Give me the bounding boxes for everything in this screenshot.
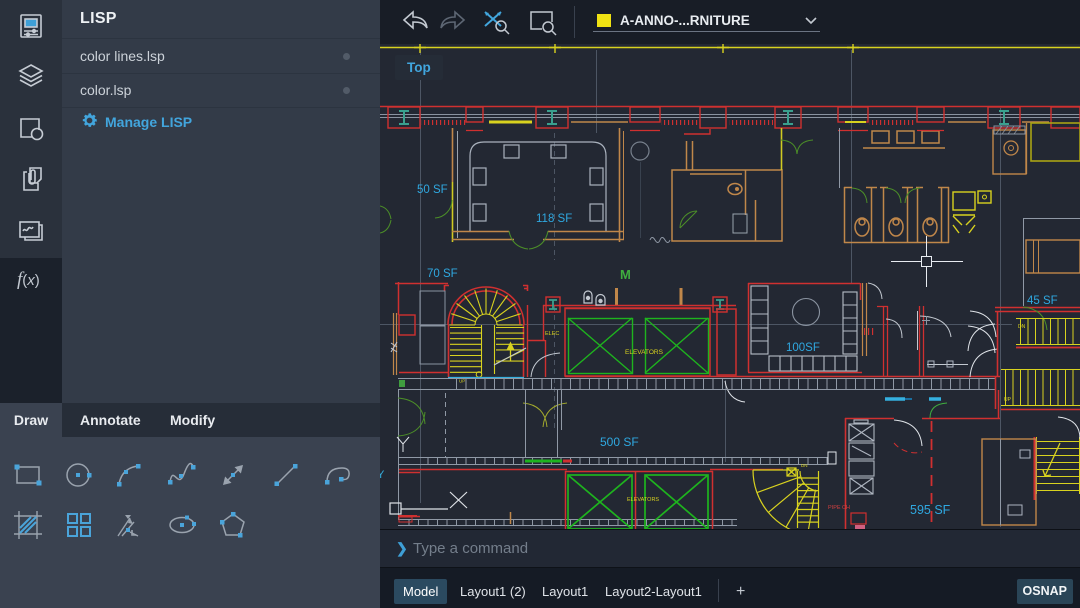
svg-text:500 SF: 500 SF [600,435,639,449]
svg-text:ELEVATORS: ELEVATORS [625,349,664,356]
svg-text:PIPE CH: PIPE CH [828,505,850,511]
svg-text:595 SF: 595 SF [910,503,951,517]
svg-text:ELEC: ELEC [545,331,559,337]
svg-text:UP: UP [1004,397,1012,403]
svg-text:50 SF: 50 SF [417,184,448,196]
svg-text:DN: DN [801,463,808,468]
svg-text:45 SF: 45 SF [1027,295,1058,307]
svg-text:70 SF: 70 SF [427,268,458,280]
svg-text:Y: Y [380,469,385,481]
svg-text:100SF: 100SF [786,342,820,354]
svg-text:DN: DN [1018,324,1026,330]
svg-text:ELEVATORS: ELEVATORS [627,497,659,503]
svg-text:118 SF: 118 SF [536,213,572,225]
svg-text:M: M [620,267,631,282]
